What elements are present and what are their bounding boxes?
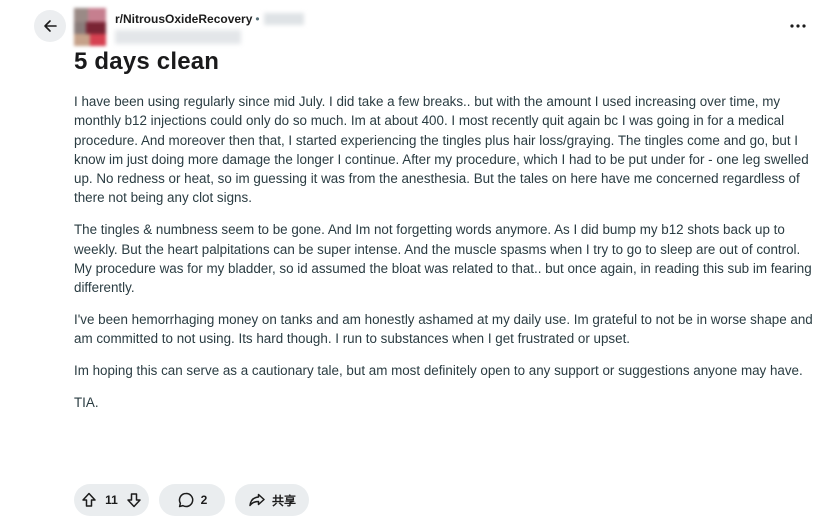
username-redacted xyxy=(115,30,241,44)
upvote-arrow-icon xyxy=(80,491,98,509)
downvote-arrow-icon xyxy=(125,491,143,509)
post-time-redacted xyxy=(263,13,304,25)
post-actions: 11 2 共享 xyxy=(74,484,309,516)
post-meta: r/NitrousOxideRecovery • xyxy=(115,12,304,26)
comment-count: 2 xyxy=(200,493,208,507)
post-paragraph: The tingles & numbness seem to be gone. … xyxy=(74,222,812,296)
post-paragraph: I have been using regularly since mid Ju… xyxy=(74,94,809,206)
more-horizontal-icon xyxy=(790,24,806,28)
upvote-button[interactable] xyxy=(80,491,98,509)
vote-control: 11 xyxy=(74,484,149,516)
subreddit-avatar[interactable] xyxy=(74,8,106,46)
share-label: 共享 xyxy=(271,493,296,508)
arrow-left-icon xyxy=(42,18,58,34)
share-arrow-icon xyxy=(248,491,266,509)
back-button[interactable] xyxy=(34,10,66,42)
subreddit-name[interactable]: r/NitrousOxideRecovery xyxy=(115,12,252,26)
share-button[interactable]: 共享 xyxy=(235,484,309,516)
downvote-button[interactable] xyxy=(125,491,143,509)
post-paragraph: Im hoping this can serve as a cautionary… xyxy=(74,363,803,379)
more-options-button[interactable] xyxy=(786,14,810,38)
comment-bubble-icon xyxy=(177,491,195,509)
post-title: 5 days clean xyxy=(74,48,220,75)
meta-separator: • xyxy=(255,12,260,26)
post-paragraph: TIA. xyxy=(74,394,99,410)
vote-count: 11 xyxy=(105,493,118,507)
comments-button[interactable]: 2 xyxy=(159,484,225,516)
post-paragraph: I've been hemorrhaging money on tanks an… xyxy=(74,311,813,347)
post-body: I have been using regularly since mid Ju… xyxy=(74,92,814,425)
